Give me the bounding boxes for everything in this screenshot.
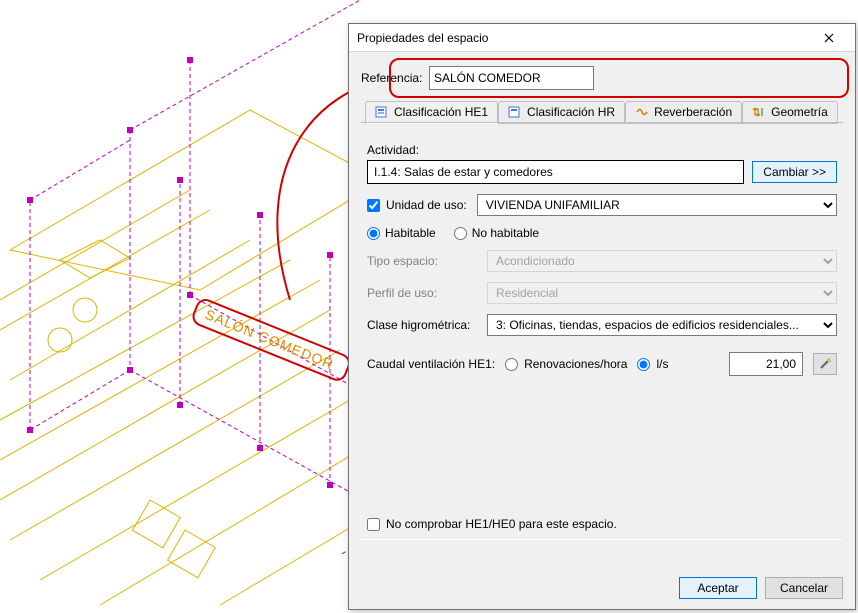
activity-value: I.1.4: Salas de estar y comedores	[367, 160, 744, 184]
clase-select[interactable]: 3: Oficinas, tiendas, espacios de edific…	[487, 314, 837, 336]
tab-clasificacion-he1[interactable]: Clasificación HE1	[365, 101, 498, 124]
tab-label: Clasificación HR	[527, 105, 615, 119]
tab-pane-he1: Actividad: I.1.4: Salas de estar y comed…	[361, 122, 843, 539]
unit-checkbox[interactable]: Unidad de uso:	[367, 198, 467, 212]
space-properties-dialog: Propiedades del espacio Referencia: Clas…	[348, 23, 856, 610]
radio-habitable[interactable]: Habitable	[367, 226, 436, 240]
unit-select[interactable]: VIVIENDA UNIFAMILIAR	[477, 194, 837, 216]
cancel-button[interactable]: Cancelar	[765, 577, 843, 599]
dialog-title: Propiedades del espacio	[357, 31, 809, 45]
wand-button[interactable]	[813, 353, 837, 375]
radio-ls[interactable]: l/s	[637, 357, 668, 371]
clase-label: Clase higrométrica:	[367, 318, 477, 332]
close-icon	[824, 33, 834, 43]
reference-input[interactable]	[429, 66, 594, 90]
wand-icon	[818, 357, 832, 371]
perfil-label: Perfil de uso:	[367, 286, 477, 300]
geometry-icon	[752, 105, 766, 119]
unit-checkbox-input[interactable]	[367, 199, 380, 212]
tab-label: Geometría	[771, 105, 828, 119]
no-check-he1-input[interactable]	[367, 518, 380, 531]
reverb-icon	[635, 105, 649, 119]
tab-reverberacion[interactable]: Reverberación	[625, 101, 742, 124]
tab-label: Clasificación HE1	[394, 105, 488, 119]
close-button[interactable]	[809, 24, 849, 51]
activity-label: Actividad:	[367, 143, 837, 157]
unit-label: Unidad de uso:	[386, 198, 467, 212]
radio-renovaciones[interactable]: Renovaciones/hora	[505, 357, 627, 371]
perfil-select: Residencial	[487, 282, 837, 304]
classify-hr-icon	[508, 105, 522, 119]
tab-clasificacion-hr[interactable]: Clasificación HR	[498, 101, 625, 124]
tab-label: Reverberación	[654, 105, 732, 119]
tipo-espacio-label: Tipo espacio:	[367, 254, 477, 268]
titlebar[interactable]: Propiedades del espacio	[349, 24, 855, 52]
tabs: Clasificación HE1 Clasificación HR Rever…	[361, 100, 843, 540]
caudal-label: Caudal ventilación HE1:	[367, 357, 495, 371]
no-check-he1-checkbox[interactable]: No comprobar HE1/HE0 para este espacio.	[367, 517, 837, 531]
classify-he1-icon	[375, 105, 389, 119]
radio-no-habitable[interactable]: No habitable	[454, 226, 539, 240]
reference-label: Referencia:	[361, 71, 429, 85]
accept-button[interactable]: Aceptar	[679, 577, 757, 599]
tab-geometria[interactable]: Geometría	[742, 101, 838, 124]
tipo-espacio-select: Acondicionado	[487, 250, 837, 272]
change-activity-button[interactable]: Cambiar >>	[752, 161, 837, 183]
no-check-he1-label: No comprobar HE1/HE0 para este espacio.	[386, 517, 617, 531]
caudal-input[interactable]	[729, 352, 803, 376]
